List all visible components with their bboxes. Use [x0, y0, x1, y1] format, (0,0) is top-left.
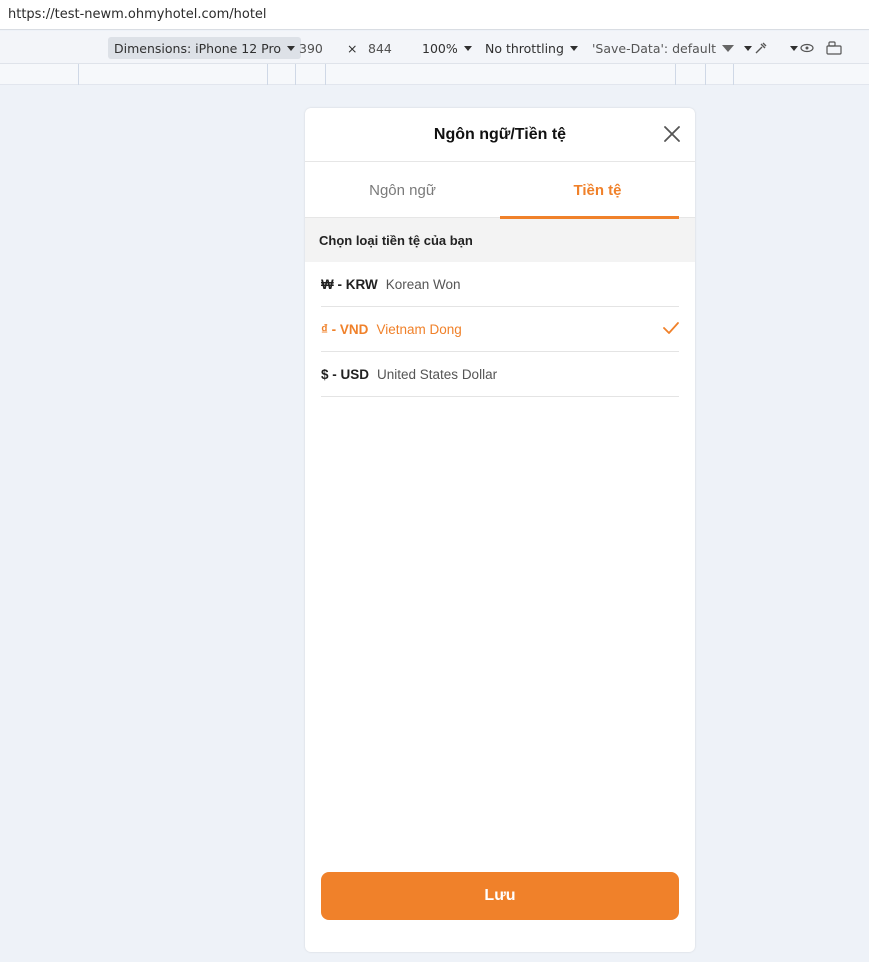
- chevron-down-icon: [790, 45, 798, 51]
- browser-url-bar[interactable]: https://test-newm.ohmyhotel.com/hotel: [0, 0, 869, 30]
- currency-option-vnd[interactable]: ₫ - VND Vietnam Dong: [321, 307, 679, 352]
- currency-option-krw[interactable]: ₩ - KRW Korean Won: [321, 262, 679, 307]
- modal-title: Ngôn ngữ/Tiền tệ: [433, 125, 567, 143]
- chevron-down-icon: [287, 45, 296, 51]
- ruler-tick: [733, 64, 734, 85]
- rotate-device-icon[interactable]: [826, 37, 844, 59]
- currency-list: ₩ - KRW Korean Won ₫ - VND Vietnam Dong …: [305, 262, 695, 397]
- device-dimensions-dropdown[interactable]: Dimensions: iPhone 12 Pro: [108, 37, 302, 59]
- ruler-tick: [295, 64, 296, 85]
- currency-code: ₩ - KRW: [321, 276, 378, 292]
- chevron-down-icon: [463, 45, 472, 51]
- currency-code: ₫ - VND: [321, 321, 369, 337]
- save-button[interactable]: Lưu: [321, 872, 679, 920]
- mobile-viewport: Ngôn ngữ/Tiền tệ Ngôn ngữ Tiền tệ Chọn l…: [305, 108, 695, 952]
- more-options-dropdown[interactable]: [738, 37, 752, 59]
- currency-name: United States Dollar: [377, 366, 498, 382]
- zoom-dropdown[interactable]: 100%: [422, 37, 472, 59]
- save-data-label: 'Save-Data': default: [592, 40, 717, 56]
- ruler-tick: [78, 64, 79, 85]
- device-height-input[interactable]: 844: [368, 37, 392, 59]
- close-icon[interactable]: [663, 125, 681, 143]
- tab-language-label: Ngôn ngữ: [369, 181, 436, 199]
- throttling-label: No throttling: [485, 40, 564, 56]
- media-query-ruler: [0, 64, 869, 85]
- chevron-down-icon: [744, 45, 752, 51]
- currency-name: Korean Won: [385, 276, 461, 292]
- modal-header: Ngôn ngữ/Tiền tệ: [305, 108, 695, 162]
- currency-option-usd[interactable]: $ - USD United States Dollar: [321, 352, 679, 397]
- sensors-dropdown[interactable]: [784, 37, 798, 59]
- ruler-tick: [267, 64, 268, 85]
- device-width-input[interactable]: 390: [299, 37, 323, 59]
- active-tab-indicator: [500, 216, 679, 219]
- eyedropper-icon[interactable]: [754, 37, 768, 59]
- devtools-device-toolbar: Dimensions: iPhone 12 Pro 390 × 844 100%…: [0, 31, 869, 64]
- currency-name: Vietnam Dong: [376, 321, 462, 337]
- url-text[interactable]: https://test-newm.ohmyhotel.com/hotel: [8, 7, 267, 22]
- ruler-tick: [325, 64, 326, 85]
- eye-icon[interactable]: [800, 37, 814, 59]
- device-height-value: 844: [368, 40, 392, 56]
- chevron-down-icon: [569, 45, 578, 51]
- section-heading: Chọn loại tiền tệ của bạn: [305, 218, 695, 262]
- tab-currency[interactable]: Tiền tệ: [500, 162, 695, 219]
- throttling-dropdown[interactable]: No throttling: [485, 37, 578, 59]
- tab-currency-label: Tiền tệ: [573, 181, 622, 199]
- tab-bar: Ngôn ngữ Tiền tệ: [305, 162, 695, 219]
- ruler-tick: [705, 64, 706, 85]
- chevron-down-icon: [722, 44, 735, 52]
- device-width-value: 390: [299, 40, 323, 56]
- checkmark-icon: [663, 322, 679, 334]
- section-title: Chọn loại tiền tệ của bạn: [319, 232, 473, 248]
- tab-language[interactable]: Ngôn ngữ: [305, 162, 500, 218]
- times-icon: ×: [347, 37, 357, 59]
- zoom-label: 100%: [422, 40, 458, 56]
- save-data-dropdown[interactable]: 'Save-Data': default: [592, 37, 735, 59]
- currency-code: $ - USD: [321, 366, 370, 382]
- ruler-tick: [675, 64, 676, 85]
- times-symbol: ×: [347, 40, 358, 56]
- device-dimensions-label: Dimensions: iPhone 12 Pro: [114, 40, 282, 56]
